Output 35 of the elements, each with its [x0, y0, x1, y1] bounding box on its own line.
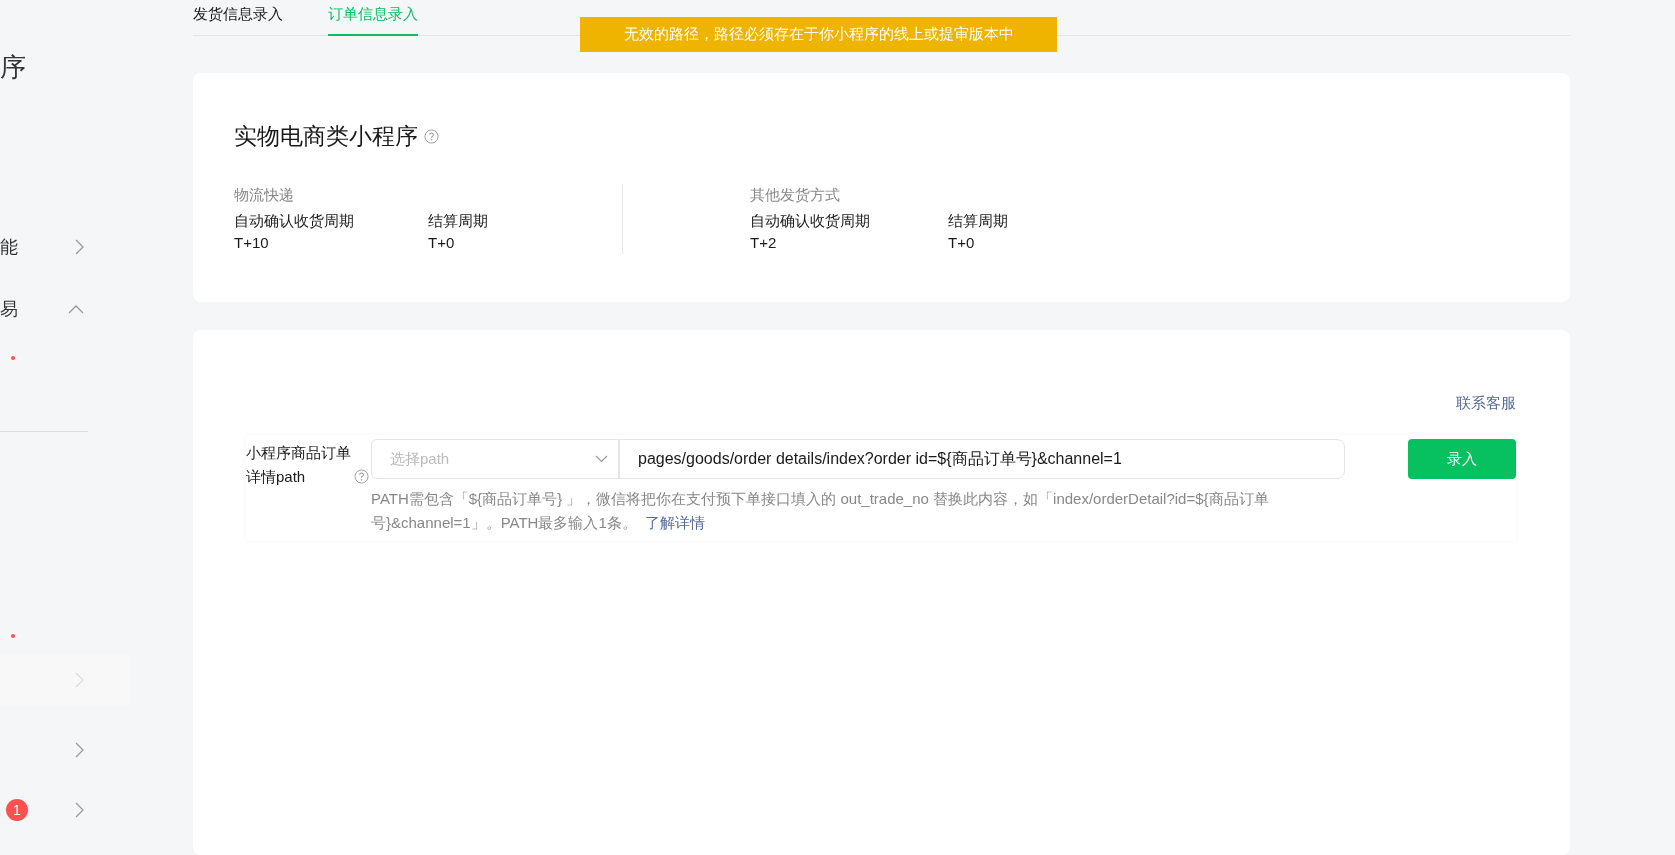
- caret-icon: [595, 455, 608, 463]
- chevron-up-icon: [68, 304, 84, 314]
- learn-more-link[interactable]: 了解详情: [644, 514, 705, 531]
- field-value: T+10: [234, 233, 270, 253]
- help-icon: [354, 469, 369, 484]
- chevron-right-icon: [75, 239, 84, 255]
- count-badge: 1: [6, 799, 28, 821]
- field-label: 自动确认收货周期: [750, 211, 871, 231]
- sidebar-label: 易: [0, 298, 18, 321]
- field-value: T+2: [750, 233, 778, 253]
- chevron-right-icon: [75, 742, 84, 758]
- path-input[interactable]: pages/goods/order details/index?order id=${商品订单号}&channel=1: [619, 439, 1345, 479]
- field-value: T+0: [948, 233, 976, 253]
- field-label: 结算周期: [428, 211, 489, 231]
- hint-text: PATH需包含「${商品订单号} 」，微信将把你在支付预下单接口填入的 out_trade_no 替换此内容，如「index/orderDetail?id=${商品订单号}&channel=1」。PATH最多输入1条。 了解详情: [371, 489, 1270, 533]
- field-label: 小程序商品订单详情path: [246, 443, 352, 487]
- tab[interactable]: 发货信息录入: [193, 0, 283, 36]
- contact-support-link[interactable]: 联系客服: [1456, 394, 1516, 413]
- section-heading: 其他发货方式: [750, 185, 841, 205]
- section-heading: 物流快递: [234, 185, 295, 205]
- sidebar-title: 序: [0, 51, 26, 84]
- field-label: 结算周期: [948, 211, 1009, 231]
- error-toast: 无效的路径，路径必须存在于你小程序的线上或提审版本中: [580, 17, 1057, 52]
- chevron-right-icon: [75, 672, 84, 688]
- field-label: 自动确认收货周期: [234, 211, 355, 231]
- chevron-right-icon: [75, 802, 84, 818]
- notification-dot: [11, 356, 15, 360]
- sidebar-item[interactable]: 1: [0, 785, 100, 835]
- field-value: T+0: [428, 233, 456, 253]
- sidebar-item[interactable]: 能: [0, 222, 100, 272]
- sidebar-item[interactable]: 易: [0, 284, 100, 334]
- card-title: 实物电商类小程序: [234, 122, 418, 151]
- notification-dot: [11, 634, 15, 638]
- sidebar-label: 能: [0, 236, 18, 259]
- help-icon: [424, 129, 439, 144]
